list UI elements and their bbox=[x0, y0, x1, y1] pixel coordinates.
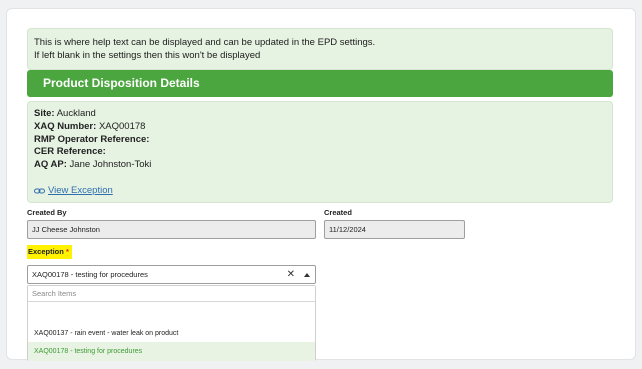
help-text-line-2: If left blank in the settings then this … bbox=[34, 49, 261, 61]
site-value: Auckland bbox=[56, 108, 96, 119]
created-label: Created bbox=[324, 208, 352, 217]
exception-label-text: Exception bbox=[28, 247, 64, 256]
cer-reference-row: CER Reference: bbox=[34, 146, 606, 159]
xaq-number-row: XAQ Number: XAQ00178 bbox=[34, 121, 606, 134]
view-exception-link[interactable]: View Exception bbox=[34, 185, 113, 198]
section-banner: Product Disposition Details bbox=[27, 70, 613, 97]
rmp-reference-row: RMP Operator Reference: bbox=[34, 134, 606, 147]
site-row: Site: Auckland bbox=[34, 108, 606, 121]
close-icon[interactable]: ✕ bbox=[287, 266, 295, 283]
created-by-field: JJ Cheese Johnston bbox=[27, 220, 316, 239]
aq-ap-label: AQ AP: bbox=[34, 159, 67, 171]
help-text-panel: This is where help text can be displayed… bbox=[27, 28, 613, 70]
exception-option-selected[interactable]: XAQ00178 - testing for procedures bbox=[28, 342, 315, 361]
form-card: This is where help text can be displayed… bbox=[6, 8, 636, 361]
site-label: Site: bbox=[34, 108, 55, 119]
exception-select[interactable]: XAQ00178 - testing for procedures ✕ bbox=[27, 265, 316, 284]
required-marker: * bbox=[65, 247, 69, 256]
exception-selected-value: XAQ00178 - testing for procedures bbox=[32, 270, 148, 279]
view-exception-label: View Exception bbox=[48, 185, 113, 196]
created-by-label: Created By bbox=[27, 208, 67, 217]
caret-up-icon[interactable] bbox=[304, 273, 310, 277]
link-icon bbox=[34, 188, 45, 194]
xaq-number-value: XAQ00178 bbox=[98, 120, 146, 132]
aq-ap-value: Jane Johnston-Toki bbox=[69, 159, 152, 171]
search-items-input[interactable] bbox=[28, 286, 315, 302]
created-date-field: 11/12/2024 bbox=[324, 220, 465, 239]
cer-reference-label: CER Reference: bbox=[34, 146, 106, 158]
rmp-reference-label: RMP Operator Reference: bbox=[34, 133, 150, 145]
exception-option[interactable]: XAQ00137 - rain event - water leak on pr… bbox=[28, 324, 315, 343]
xaq-number-label: XAQ Number: bbox=[34, 120, 97, 132]
help-text-line-1: This is where help text can be displayed… bbox=[34, 37, 376, 48]
details-panel: Site: Auckland XAQ Number: XAQ00178 RMP … bbox=[27, 101, 613, 203]
exception-dropdown: XAQ00137 - rain event - water leak on pr… bbox=[27, 285, 316, 361]
aq-ap-row: AQ AP: Jane Johnston-Toki bbox=[34, 159, 606, 172]
exception-label: Exception * bbox=[27, 245, 72, 259]
